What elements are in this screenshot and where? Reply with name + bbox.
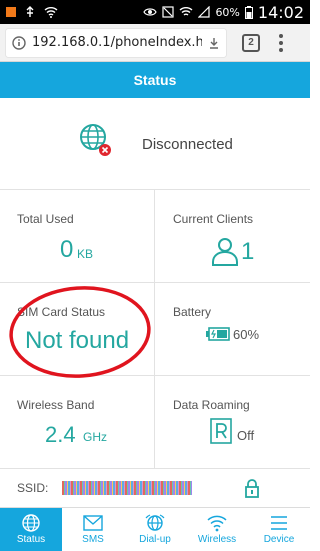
data-roaming-cell: Data Roaming Off <box>155 376 310 469</box>
total-used-cell: Total Used 0 KB <box>0 190 155 283</box>
eye-icon <box>143 8 158 16</box>
info-icon <box>12 35 26 50</box>
nav-dialup[interactable]: Dial-up <box>124 508 186 551</box>
nav-device-label: Device <box>263 534 295 545</box>
roaming-r-icon <box>210 418 232 444</box>
download-icon[interactable] <box>208 37 220 49</box>
current-clients-cell: Current Clients 1 <box>155 190 310 283</box>
total-used-unit: KB <box>77 247 94 261</box>
url-text: 192.168.0.1/phoneIndex.h <box>32 35 202 50</box>
current-clients-title: Current Clients <box>173 212 254 226</box>
wifi-icon <box>207 515 227 532</box>
ssid-redacted <box>62 481 193 495</box>
nav-dialup-label: Dial-up <box>139 534 171 545</box>
usb-icon <box>26 6 34 17</box>
tab-count: 2 <box>248 37 254 48</box>
nav-status-label: Status <box>16 534 46 545</box>
address-bar[interactable]: 192.168.0.1/phoneIndex.h <box>6 28 226 57</box>
battery-value: 60% <box>233 327 260 342</box>
sim-card-value: Not found <box>25 327 130 354</box>
connection-status: Disconnected <box>0 98 310 190</box>
lock-icon <box>245 479 259 498</box>
sim-card-title: SIM Card Status <box>17 305 106 319</box>
bottom-nav: Status SMS Dial-up Wireless Device <box>0 507 310 551</box>
android-status-bar: 60% 14:02 <box>0 0 310 24</box>
browser-menu-button[interactable] <box>278 33 284 52</box>
dialup-globe-icon <box>145 514 165 531</box>
battery-icon <box>244 5 253 19</box>
battery-cell: Battery 60% <box>155 283 310 376</box>
menu-dot <box>279 47 283 52</box>
browser-toolbar: 192.168.0.1/phoneIndex.h 2 <box>0 24 310 62</box>
wireless-band-value: 2.4 <box>45 422 76 447</box>
nav-device[interactable]: Device <box>248 508 310 551</box>
nav-sms[interactable]: SMS <box>62 508 124 551</box>
tab-switcher-button[interactable]: 2 <box>242 33 260 52</box>
menu-dot <box>279 40 283 45</box>
ssid-row: SSID: <box>0 469 310 507</box>
envelope-icon <box>83 515 103 531</box>
data-roaming-value: Off <box>237 428 255 443</box>
battery-percent: 60% <box>215 5 240 19</box>
no-signal-icon <box>198 6 211 18</box>
total-used-value: 0 <box>60 236 74 263</box>
clock: 14:02 <box>257 2 304 22</box>
nav-sms-label: SMS <box>82 534 104 545</box>
mute-icon <box>162 6 175 18</box>
page-title: Status <box>133 72 177 88</box>
nav-wireless[interactable]: Wireless <box>186 508 248 551</box>
data-roaming-title: Data Roaming <box>173 398 250 412</box>
total-used-title: Total Used <box>17 212 74 226</box>
connection-label: Disconnected <box>142 136 233 153</box>
wifi-signal-icon <box>179 7 193 16</box>
wireless-band-unit: GHz <box>83 430 107 444</box>
page-header: Status <box>0 62 310 98</box>
menu-dot <box>279 33 283 38</box>
status-grid: Total Used 0 KB Current Clients 1 SIM Ca… <box>0 190 310 469</box>
wireless-band-title: Wireless Band <box>17 398 95 412</box>
battery-title: Battery <box>173 305 212 319</box>
wifi-status-icon <box>44 7 58 18</box>
current-clients-value: 1 <box>241 238 255 265</box>
user-icon <box>212 238 238 266</box>
ssid-label: SSID: <box>17 481 49 495</box>
wireless-band-cell: Wireless Band 2.4 GHz <box>0 376 155 469</box>
battery-level-icon <box>206 327 230 341</box>
carrier-icon <box>6 7 16 17</box>
globe-disconnected-icon <box>80 124 111 156</box>
nav-status[interactable]: Status <box>0 508 62 551</box>
hamburger-icon <box>271 516 287 530</box>
sim-card-cell: SIM Card Status Not found <box>0 283 155 376</box>
nav-wireless-label: Wireless <box>197 534 237 545</box>
globe-icon <box>22 514 40 532</box>
